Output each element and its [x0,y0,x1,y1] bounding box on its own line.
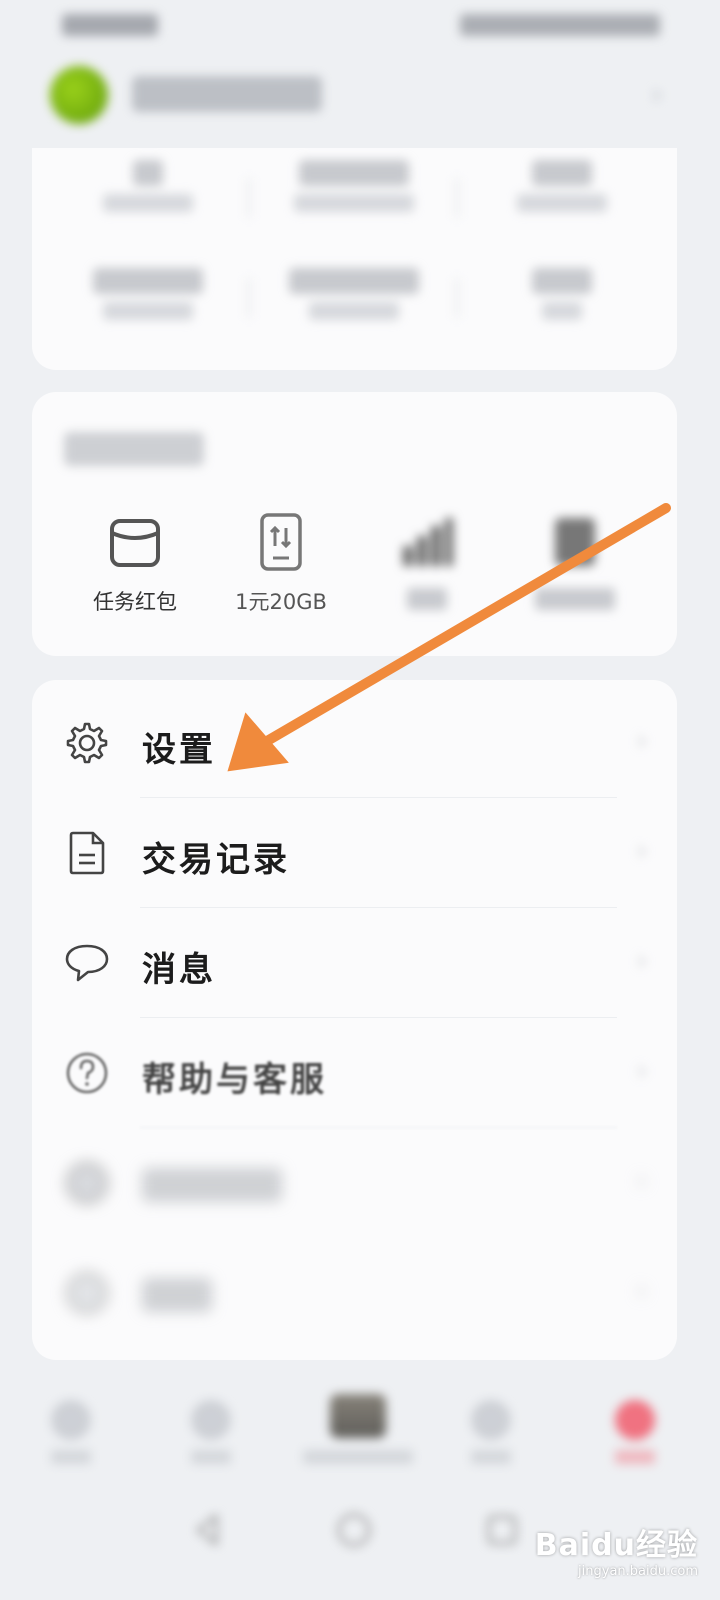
system-status-icons [460,14,660,36]
service-label: 任务红包 [93,590,177,614]
nav-tab-center[interactable] [298,1394,418,1464]
menu-item-settings[interactable]: 设置 › [32,688,677,798]
menu-item-help[interactable]: 帮助与客服 › [32,1018,677,1128]
nav-tab[interactable] [446,1400,536,1464]
services-card: 任务红包 1元20GB [32,392,677,656]
menu-item-transactions[interactable]: 交易记录 › [32,798,677,908]
watermark-logo: Baidu经验 [534,1528,698,1563]
username[interactable] [132,76,322,112]
watermark-url: jingyan.baidu.com [578,1564,698,1579]
divider [456,178,458,218]
service-label: 1元20GB [235,590,327,614]
home-icon[interactable] [334,1510,374,1550]
nav-tab[interactable] [26,1400,116,1464]
chevron-right-icon: › [636,1276,647,1306]
menu-item[interactable]: › [32,1128,677,1238]
chevron-right-icon: › [636,726,647,756]
circle-icon [64,1270,110,1316]
chevron-right-icon: › [636,946,647,976]
chevron-right-icon[interactable]: › [652,80,662,110]
divider [248,278,250,318]
menu-item-messages[interactable]: 消息 › [32,908,677,1018]
document-icon [545,512,605,572]
back-icon[interactable] [188,1510,228,1550]
menu-label: 帮助与客服 [142,1060,327,1100]
bottom-nav [0,1380,720,1490]
section-title [64,432,204,466]
chevron-right-icon: › [636,1166,647,1196]
account-stats-card [32,148,677,370]
stat-item[interactable] [48,268,248,320]
avatar[interactable] [50,66,108,124]
stat-item[interactable] [254,160,454,212]
stat-item[interactable] [254,268,454,320]
wallet-icon [105,512,165,572]
signal-bars-icon [397,512,457,572]
help-icon [64,1050,110,1096]
nav-icon [471,1400,511,1440]
chat-bubble-icon [64,940,110,986]
nav-icon [615,1400,655,1440]
menu-label: 消息 [142,950,216,990]
menu-label: 交易记录 [142,840,290,880]
stat-item[interactable] [48,160,248,212]
divider [248,178,250,218]
menu-card: 设置 › 交易记录 › 消息 › 帮助与客服 › › › [32,680,677,1360]
circle-icon [64,1160,110,1206]
gear-icon [64,720,110,766]
chevron-right-icon: › [636,1056,647,1086]
service-item[interactable] [500,512,650,610]
recents-icon[interactable] [482,1510,522,1550]
nav-tab-me[interactable] [590,1400,680,1464]
nav-icon [51,1400,91,1440]
nav-image [330,1394,386,1438]
service-data-package[interactable]: 1元20GB [206,512,356,616]
sim-data-icon [251,512,311,572]
divider [456,278,458,318]
service-task-redpacket[interactable]: 任务红包 [60,512,210,616]
watermark: Baidu经验 jingyan.baidu.com [535,1520,698,1579]
chevron-right-icon: › [636,836,647,866]
document-icon [64,830,110,876]
menu-item[interactable]: › [32,1238,677,1348]
nav-tab[interactable] [166,1400,256,1464]
stat-item[interactable] [462,160,662,212]
stat-item[interactable] [462,268,662,320]
menu-label: 设置 [142,730,216,770]
service-item[interactable] [352,512,502,610]
status-bar [0,0,720,50]
signal-indicators [62,14,158,36]
nav-icon [191,1400,231,1440]
